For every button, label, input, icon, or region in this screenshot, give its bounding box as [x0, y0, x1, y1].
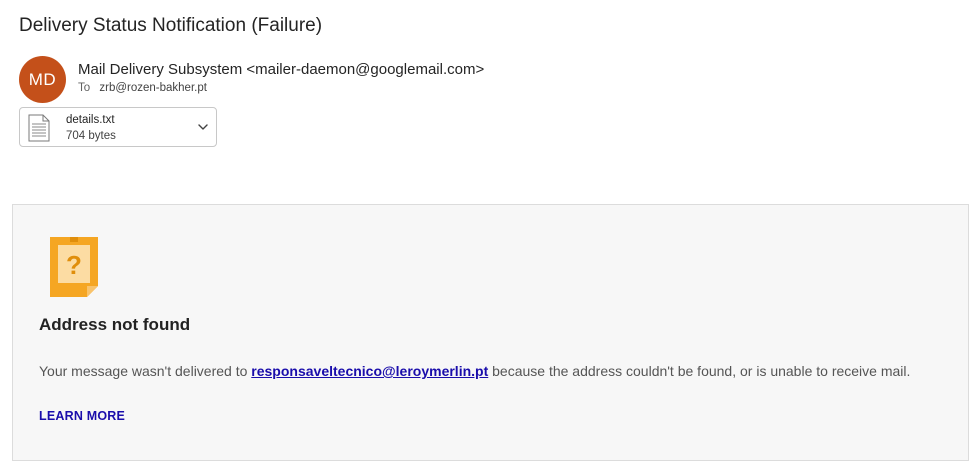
recipient-address[interactable]: zrb@rozen-bakher.pt	[99, 82, 207, 94]
sticky-note-question-icon: ?	[50, 237, 98, 297]
text-file-icon	[28, 114, 50, 142]
notice-message-suffix: because the address couldn't be found, o…	[488, 363, 911, 379]
notice-message-prefix: Your message wasn't delivered to	[39, 363, 252, 379]
attachment-size: 704 bytes	[66, 130, 116, 142]
failed-recipient-link[interactable]: responsaveltecnico@leroymerlin.pt	[251, 363, 488, 379]
svg-text:?: ?	[66, 250, 82, 280]
sender-avatar[interactable]: MD	[19, 56, 66, 103]
bounce-notice-panel: ? Address not found Your message wasn't …	[12, 204, 969, 461]
attachment-name: details.txt	[66, 114, 115, 126]
chevron-down-icon[interactable]	[196, 120, 210, 134]
sender-name[interactable]: Mail Delivery Subsystem <mailer-daemon@g…	[78, 61, 484, 78]
attachment-card[interactable]: details.txt 704 bytes	[19, 107, 217, 147]
avatar-initials: MD	[28, 69, 57, 89]
to-label: To	[78, 82, 91, 94]
email-subject: Delivery Status Notification (Failure)	[19, 15, 323, 36]
notice-title: Address not found	[39, 315, 191, 334]
learn-more-link[interactable]: LEARN MORE	[39, 409, 125, 423]
recipient-line: To zrb@rozen-bakher.pt	[78, 82, 207, 94]
notice-message: Your message wasn't delivered to respons…	[39, 363, 910, 379]
